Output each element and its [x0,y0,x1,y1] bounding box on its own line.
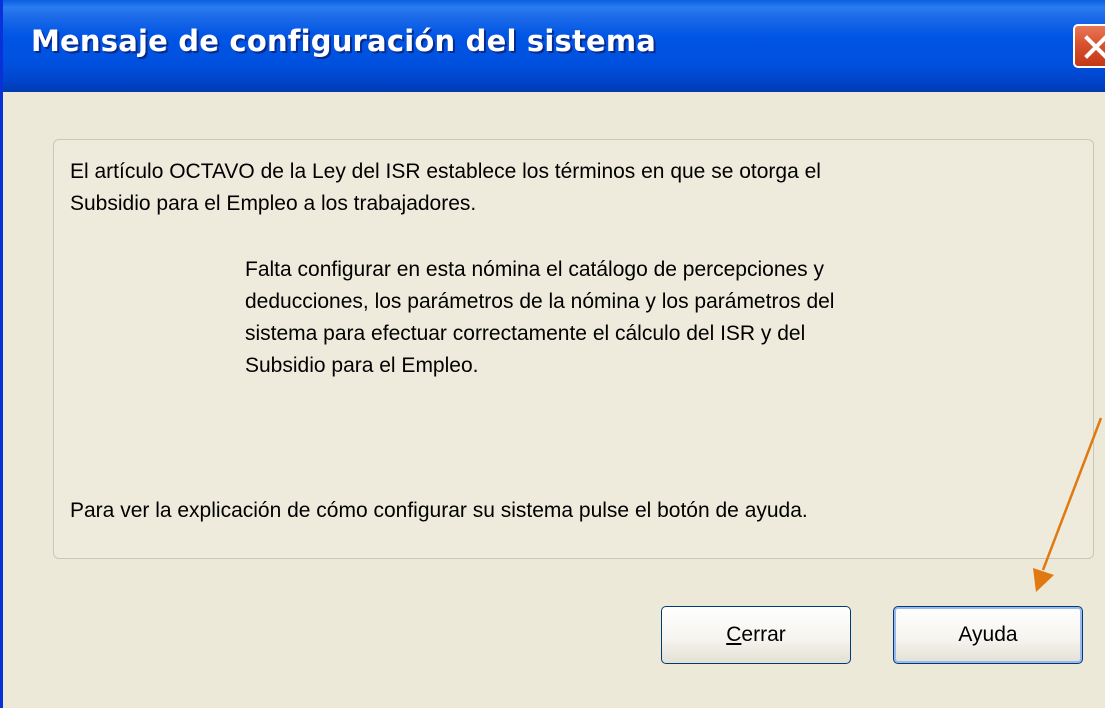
message-body-text: Falta configurar en esta nómina el catál… [245,258,835,377]
close-icon [1084,35,1105,59]
message-intro-text: El artículo OCTAVO de la Ley del ISR est… [70,160,821,215]
close-button-label: errar [741,623,786,646]
window-title: Mensaje de configuración del sistema [31,24,657,58]
message-help-hint-text: Para ver la explicación de cómo configur… [70,499,808,522]
close-button[interactable]: Cerrar [661,606,851,664]
dialog-window: Mensaje de configuración del sistema El … [0,0,1105,708]
message-panel: El artículo OCTAVO de la Ley del ISR est… [53,139,1094,559]
title-bar[interactable]: Mensaje de configuración del sistema [3,0,1105,92]
message-body: Falta configurar en esta nómina el catál… [245,254,834,382]
close-button-accesskey: C [726,623,742,646]
close-window-button[interactable] [1073,24,1105,68]
help-button-label: Ayuda [958,623,1018,646]
message-help-hint: Para ver la explicación de cómo configur… [70,495,808,527]
message-intro: El artículo OCTAVO de la Ley del ISR est… [70,156,821,220]
help-button[interactable]: Ayuda [893,606,1083,664]
